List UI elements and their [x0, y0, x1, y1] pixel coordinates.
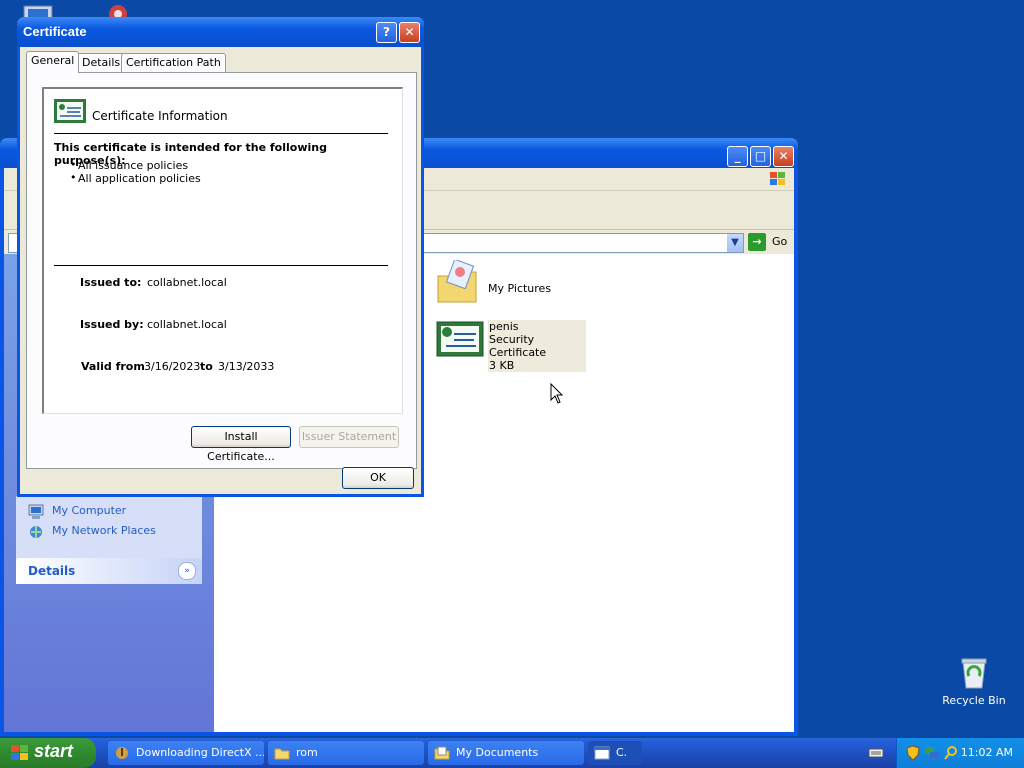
tab-certification-path[interactable]: Certification Path: [121, 53, 226, 72]
go-label: Go: [772, 235, 788, 248]
certificate-icon: [54, 99, 86, 123]
divider: [54, 133, 388, 134]
help-button[interactable]: ?: [376, 22, 397, 43]
valid-to-value: 3/13/2033: [218, 360, 275, 373]
certificate-file-item[interactable]: penis Security Certificate 3 KB: [436, 320, 586, 372]
valid-from-label: Valid from: [81, 360, 145, 373]
ok-button[interactable]: OK: [342, 467, 414, 489]
go-button[interactable]: → Go: [748, 233, 792, 251]
general-tab-panel: Certificate Information This certificate…: [26, 72, 417, 469]
taskbar: start Downloading DirectX ... rom My Doc…: [0, 738, 1024, 768]
issuer-statement-button[interactable]: Issuer Statement: [299, 426, 399, 448]
file-name: penis: [489, 320, 519, 333]
certificate-dialog: Certificate ? ✕ General Details Certific…: [17, 17, 424, 497]
dialog-body: General Details Certification Path Certi…: [20, 47, 421, 494]
dialog-titlebar[interactable]: Certificate ? ✕: [17, 17, 424, 47]
security-shield-icon[interactable]: [905, 745, 921, 761]
search-icon[interactable]: [943, 745, 959, 761]
taskbar-item-label: Downloading DirectX ...: [136, 746, 264, 759]
certificate-file-text: penis Security Certificate 3 KB: [488, 320, 586, 372]
folder-icon: [434, 745, 450, 761]
tab-details[interactable]: Details: [77, 53, 126, 72]
purpose-item: All application policies: [78, 172, 201, 185]
my-computer-icon: [28, 504, 44, 520]
chevron-down-icon[interactable]: »: [178, 562, 196, 580]
taskbar-item-my-documents[interactable]: My Documents: [428, 741, 584, 765]
mouse-cursor-icon: [550, 382, 564, 408]
keyboard-icon[interactable]: [868, 746, 884, 760]
issued-to-label: Issued to:: [80, 276, 142, 289]
certificate-icon: [436, 321, 484, 357]
file-size: 3 KB: [489, 359, 515, 372]
taskbar-item-label: My Documents: [456, 746, 539, 759]
tab-general[interactable]: General: [26, 51, 80, 73]
start-button[interactable]: start: [0, 738, 96, 768]
recycle-bin-label: Recycle Bin: [942, 694, 1006, 707]
purpose-bullet: •: [70, 171, 77, 184]
download-icon: [114, 745, 130, 761]
recycle-bin-desktop-icon[interactable]: Recycle Bin: [940, 656, 1008, 707]
certificate-info-frame: Certificate Information This certificate…: [42, 87, 403, 414]
network-icon[interactable]: [924, 745, 940, 761]
valid-from-value: 3/16/2023: [144, 360, 201, 373]
my-pictures-item[interactable]: My Pictures: [436, 258, 576, 308]
help-icon: ?: [383, 25, 390, 39]
my-network-places-link[interactable]: My Network Places: [52, 524, 156, 537]
info-title: Certificate Information: [92, 109, 228, 123]
close-button[interactable]: ✕: [773, 146, 794, 167]
purpose-bullet: •: [70, 158, 77, 171]
go-arrow-icon: →: [748, 233, 766, 251]
details-label: Details: [28, 564, 76, 578]
dialog-close-button[interactable]: ✕: [399, 22, 420, 43]
clock[interactable]: 11:02 AM: [961, 746, 1013, 759]
dialog-title: Certificate: [23, 24, 87, 39]
folder-icon: [274, 745, 290, 761]
taskbar-item-label: C.: [616, 746, 628, 759]
file-type: Security Certificate: [489, 333, 547, 359]
valid-to-label: to: [200, 360, 213, 373]
chevron-down-icon[interactable]: ▼: [727, 234, 743, 252]
issued-by-value: collabnet.local: [147, 318, 227, 331]
maximize-button[interactable]: □: [750, 146, 771, 167]
install-certificate-button[interactable]: Install Certificate...: [191, 426, 291, 463]
windows-flag-icon: [768, 170, 788, 188]
minimize-button[interactable]: _: [727, 146, 748, 167]
issued-to-value: collabnet.local: [147, 276, 227, 289]
windows-flag-icon: [10, 744, 30, 762]
pictures-folder-icon: [437, 258, 477, 303]
details-panel-header[interactable]: Details »: [16, 558, 202, 584]
window-icon: [594, 745, 610, 761]
my-computer-link[interactable]: My Computer: [52, 504, 126, 517]
taskbar-item-certificate[interactable]: C.: [588, 741, 642, 765]
taskbar-item-directx[interactable]: Downloading DirectX ...: [108, 741, 264, 765]
divider: [54, 265, 388, 266]
taskbar-item-label: rom: [296, 746, 318, 759]
close-icon: ✕: [404, 25, 415, 39]
network-places-icon: [28, 524, 44, 540]
issued-by-label: Issued by:: [80, 318, 144, 331]
system-tray: 11:02 AM: [896, 738, 1024, 768]
recycle-bin-icon: [959, 656, 989, 690]
my-computer-icon: [28, 615, 44, 631]
taskbar-item-rom[interactable]: rom: [268, 741, 424, 765]
file-name: My Pictures: [488, 282, 552, 295]
purpose-item: All issuance policies: [78, 159, 189, 172]
start-label: start: [34, 741, 74, 761]
other-places-panel: My Computer My Network Places: [16, 496, 202, 561]
